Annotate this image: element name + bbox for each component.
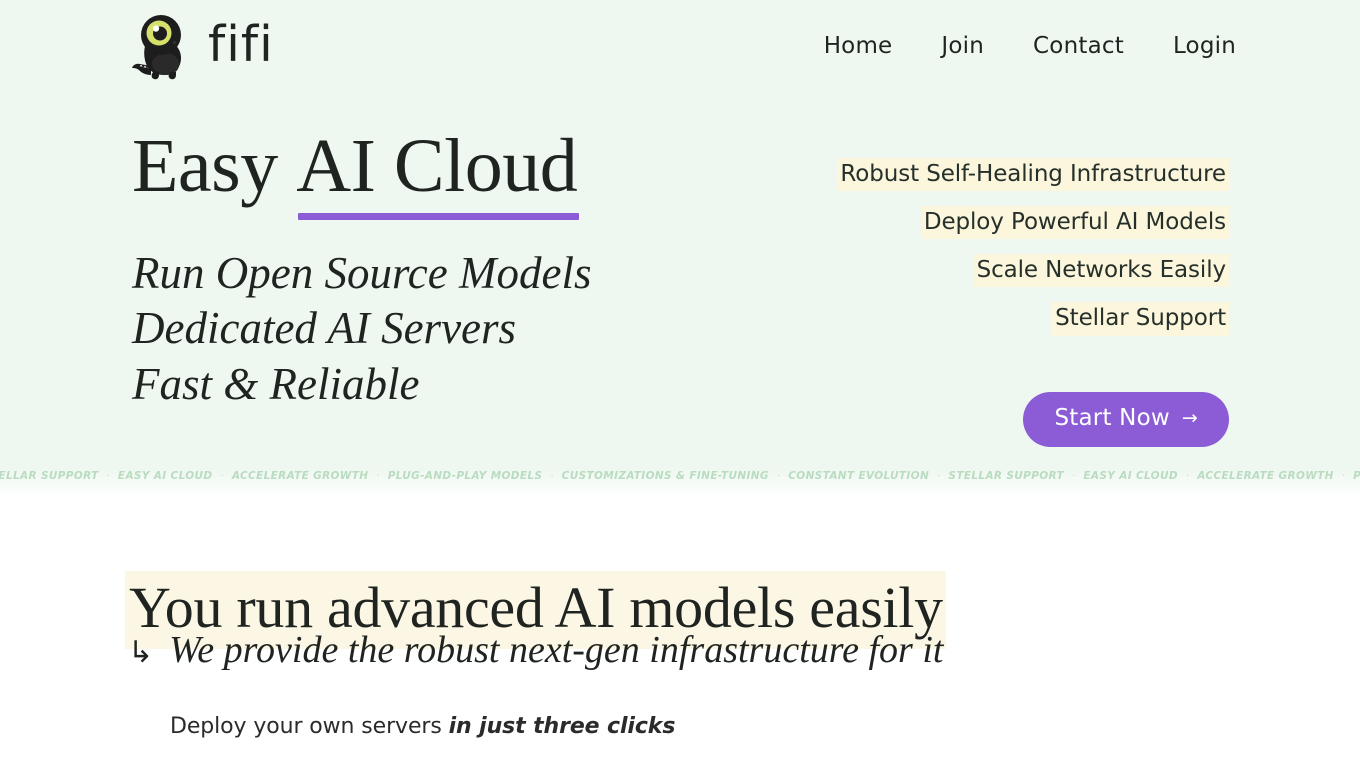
- nav-item-home[interactable]: Home: [824, 33, 893, 59]
- ticker-separator: ·: [106, 470, 110, 482]
- ticker-separator: ·: [1072, 470, 1076, 482]
- landing-page: fifi Home Join Contact Login Easy AI Clo…: [0, 0, 1360, 764]
- ticker-item: PLUG-AND-PLAY MODELS: [387, 470, 543, 482]
- ticker-separator: ·: [220, 470, 224, 482]
- ticker-separator: ·: [550, 470, 554, 482]
- ticker-item: EASY AI CLOUD: [1083, 470, 1178, 482]
- deploy-line: Deploy your own servers in just three cl…: [170, 714, 675, 739]
- nav-item-login[interactable]: Login: [1173, 33, 1236, 59]
- ticker-item: STELLAR SUPPORT: [948, 470, 1064, 482]
- dinosaur-mascot-icon: [132, 15, 181, 80]
- feature-item: Deploy Powerful AI Models: [920, 206, 1229, 240]
- hero-subtitle-block: Run Open Source Models Dedicated AI Serv…: [132, 208, 832, 413]
- feature-item: Scale Networks Easily: [973, 254, 1229, 288]
- ticker-item: ACCELERATE GROWTH: [1197, 470, 1334, 482]
- start-now-button[interactable]: Start Now →: [1023, 391, 1229, 447]
- site-header: fifi Home Join Contact Login: [0, 0, 1360, 102]
- hero-left-column: Easy AI Cloud Run Open Source Models Ded…: [132, 124, 832, 413]
- ticker-separator: ·: [1341, 470, 1346, 482]
- ticker-separator: ·: [937, 470, 941, 482]
- section-subheading: ↳ We provide the robust next-gen infrast…: [128, 631, 943, 669]
- brand-name: fifi: [208, 15, 274, 73]
- ticker-separator: ·: [376, 470, 380, 482]
- feature-item: Robust Self-Healing Infrastructure: [837, 158, 1229, 192]
- start-now-label: Start Now: [1054, 404, 1170, 431]
- feature-item: Stellar Support: [1052, 302, 1229, 336]
- nav-item-join[interactable]: Join: [941, 33, 984, 59]
- turn-down-right-arrow-icon: ↳: [128, 635, 154, 670]
- deploy-line-prefix: Deploy your own servers: [170, 714, 449, 739]
- ticker-separator: ·: [776, 470, 781, 482]
- section-subheading-text: We provide the robust next-gen infrastru…: [169, 629, 944, 671]
- ticker-item: CUSTOMIZATIONS & FINE-TUNING: [561, 470, 769, 482]
- hero-title-prefix: Easy: [132, 124, 297, 208]
- ticker-item: PLUG-AND-PLAY MODELS: [1352, 470, 1360, 482]
- hero-title: Easy AI Cloud: [132, 124, 832, 219]
- hero-subtitle-line: Dedicated AI Servers: [132, 303, 517, 354]
- ticker-item: STELLAR SUPPORT: [0, 470, 99, 482]
- main-navigation: Home Join Contact Login: [824, 33, 1236, 59]
- deploy-line-emphasis: in just three clicks: [448, 714, 676, 739]
- ticker-separator: ·: [1185, 470, 1190, 482]
- ticker-track: STELLAR SUPPORT · EASY AI CLOUD · ACCELE…: [0, 470, 1360, 482]
- marquee-ticker: STELLAR SUPPORT · EASY AI CLOUD · ACCELE…: [0, 455, 1360, 497]
- hero-subtitle-line: Fast & Reliable: [132, 359, 420, 410]
- ticker-item: ACCELERATE GROWTH: [231, 470, 369, 482]
- ticker-item: CONSTANT EVOLUTION: [788, 470, 930, 482]
- hero-right-column: Robust Self-Healing Infrastructure Deplo…: [837, 158, 1229, 447]
- ticker-item: EASY AI CLOUD: [117, 470, 213, 482]
- hero-title-highlight: AI Cloud: [296, 124, 580, 219]
- nav-item-contact[interactable]: Contact: [1033, 33, 1124, 59]
- brand-logo[interactable]: fifi: [130, 14, 274, 80]
- cta-container: Start Now →: [1023, 391, 1229, 447]
- arrow-right-icon: →: [1181, 406, 1198, 429]
- hero-subtitle-line: Run Open Source Models: [132, 247, 592, 298]
